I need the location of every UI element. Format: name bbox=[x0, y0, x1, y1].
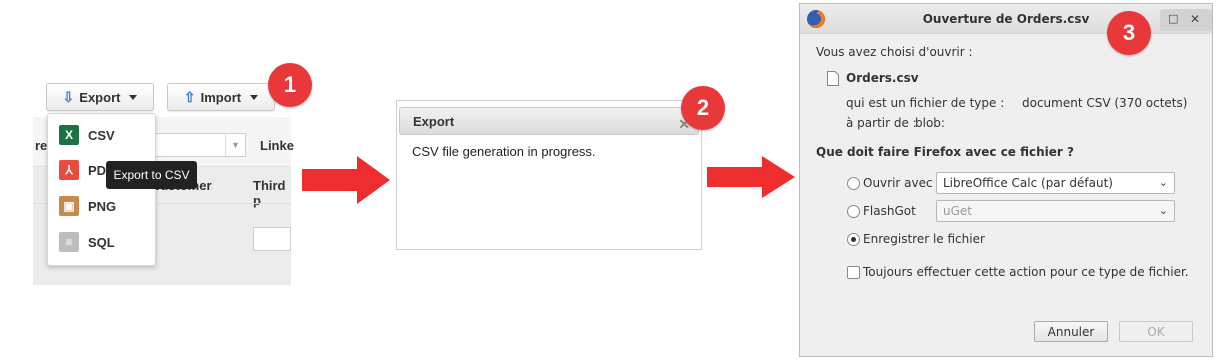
database-icon: ≡ bbox=[59, 232, 79, 252]
step-badge-1: 1 bbox=[268, 63, 312, 107]
chevron-down-icon: ⌄ bbox=[1158, 204, 1168, 217]
export-button[interactable]: ⇩ Export bbox=[46, 83, 154, 111]
chevron-down-icon: ⌄ bbox=[1158, 176, 1168, 189]
progress-message: CSV file generation in progress. bbox=[412, 144, 596, 159]
file-source-label: à partir de : bbox=[846, 116, 917, 130]
import-button-label: Import bbox=[200, 89, 242, 105]
caret-down-icon bbox=[129, 94, 138, 100]
upload-arrow-icon: ⇧ bbox=[183, 89, 196, 105]
file-source-value: blob: bbox=[915, 116, 945, 130]
always-do-label: Toujours effectuer cette action pour ce … bbox=[863, 265, 1189, 279]
menu-item-label: PD bbox=[88, 162, 107, 178]
dialog-title: Export bbox=[413, 113, 455, 129]
step-badge-3: 3 bbox=[1107, 11, 1151, 55]
cancel-button[interactable]: Annuler bbox=[1034, 321, 1108, 342]
file-type-label: qui est un fichier de type : bbox=[846, 96, 1005, 110]
open-with-select[interactable]: LibreOffice Calc (par défaut) ⌄ bbox=[936, 172, 1175, 194]
import-button[interactable]: ⇧ Import bbox=[167, 83, 275, 111]
flashgot-label: FlashGot bbox=[863, 204, 916, 218]
text-input[interactable] bbox=[253, 227, 291, 251]
file-icon bbox=[827, 71, 839, 86]
export-progress-dialog: Export ✕ CSV file generation in progress… bbox=[396, 100, 702, 250]
menu-item-png[interactable]: ▣ PNG bbox=[48, 189, 155, 223]
open-with-label: Ouvrir avec bbox=[863, 176, 933, 190]
linked-header: Linke bbox=[260, 138, 294, 153]
open-with-value: LibreOffice Calc (par défaut) bbox=[943, 176, 1113, 190]
window-controls: □ ✕ bbox=[1160, 9, 1212, 31]
open-with-radio[interactable] bbox=[847, 177, 860, 190]
tooltip: Export to CSV bbox=[106, 161, 197, 189]
flashgot-radio[interactable] bbox=[847, 205, 860, 218]
save-file-label: Enregistrer le fichier bbox=[863, 232, 985, 246]
export-button-label: Export bbox=[79, 89, 121, 105]
always-do-checkbox[interactable] bbox=[847, 266, 860, 279]
flashgot-value: uGet bbox=[943, 204, 972, 218]
excel-icon: X bbox=[59, 125, 79, 145]
intro-text: Vous avez choisi d'ouvrir : bbox=[816, 45, 973, 59]
download-arrow-icon: ⇩ bbox=[62, 89, 75, 105]
caret-down-icon bbox=[250, 94, 259, 100]
right-arrow-icon bbox=[302, 156, 390, 204]
right-arrow-icon bbox=[707, 156, 795, 198]
image-icon: ▣ bbox=[59, 196, 79, 216]
flashgot-select[interactable]: uGet ⌄ bbox=[936, 200, 1175, 222]
step-badge-2: 2 bbox=[681, 86, 725, 130]
export-dropdown-menu: X CSV ⅄ PD ▣ PNG ≡ SQL bbox=[47, 113, 156, 266]
menu-item-sql[interactable]: ≡ SQL bbox=[48, 225, 155, 259]
menu-item-label: PNG bbox=[88, 198, 117, 214]
pdf-icon: ⅄ bbox=[59, 160, 79, 180]
window-title: Ouverture de Orders.csv bbox=[922, 12, 1090, 26]
firefox-open-dialog: Ouverture de Orders.csv □ ✕ Vous avez ch… bbox=[799, 3, 1213, 357]
menu-item-csv[interactable]: X CSV bbox=[48, 118, 155, 152]
dialog-header: Export ✕ bbox=[399, 107, 699, 135]
menu-item-label: SQL bbox=[88, 234, 115, 250]
file-name: Orders.csv bbox=[846, 71, 919, 85]
file-type-value: document CSV (370 octets) bbox=[1022, 96, 1188, 110]
save-file-radio[interactable] bbox=[847, 233, 860, 246]
close-icon[interactable]: ✕ bbox=[1190, 12, 1200, 26]
ok-button[interactable]: OK bbox=[1119, 321, 1193, 342]
maximize-icon[interactable]: □ bbox=[1168, 12, 1178, 25]
bg-left-label: re bbox=[35, 138, 48, 153]
chevron-down-icon: ▼ bbox=[225, 134, 245, 156]
action-question: Que doit faire Firefox avec ce fichier ? bbox=[816, 145, 1074, 159]
menu-item-label: CSV bbox=[88, 127, 115, 143]
filter-select[interactable]: ▼ bbox=[153, 133, 246, 157]
